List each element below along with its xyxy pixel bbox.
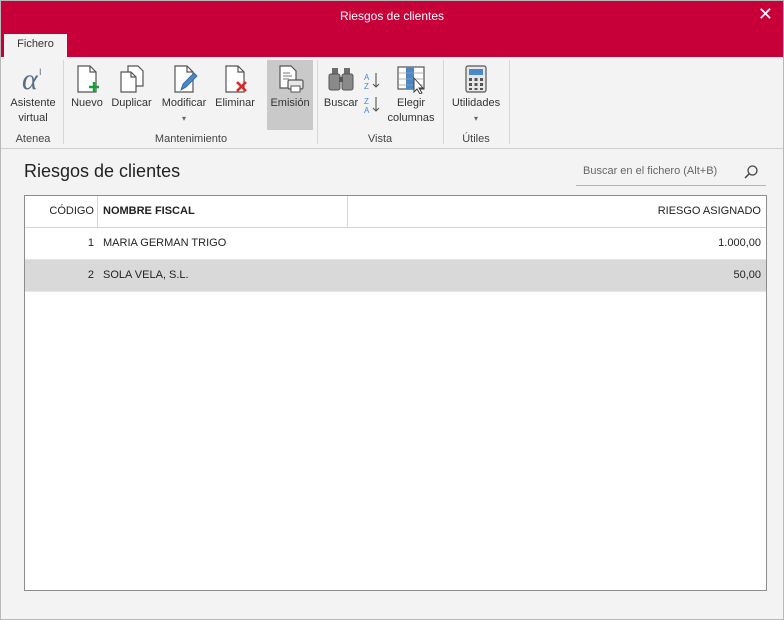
nuevo-label: Nuevo	[71, 97, 103, 109]
cell-nombre-fiscal: MARIA GERMAN TRIGO	[103, 237, 227, 249]
tab-fichero[interactable]: Fichero	[4, 34, 67, 57]
asistente-label-2: virtual	[18, 112, 48, 124]
delete-document-icon	[225, 65, 247, 93]
elegir-columnas-button[interactable]: Elegir columnas	[384, 60, 438, 130]
new-document-icon	[77, 65, 99, 93]
utilidades-label: Utilidades	[451, 97, 501, 109]
grid-header: CÓDIGO NOMBRE FISCAL RIESGO ASIGNADO	[25, 196, 766, 228]
buscar-label: Buscar	[323, 97, 359, 109]
svg-text:A: A	[364, 106, 370, 115]
table-row[interactable]: 2 SOLA VELA, S.L. 50,00	[25, 260, 766, 292]
cell-codigo: 1	[87, 237, 94, 249]
column-header-riesgo-asignado[interactable]: RIESGO ASIGNADO	[355, 196, 761, 227]
columns-icon	[397, 66, 425, 94]
alpha-icon: α I	[22, 64, 42, 94]
modificar-button[interactable]: Modificar ▾	[158, 60, 210, 130]
close-icon[interactable]: ✕	[758, 5, 773, 23]
calculator-icon	[465, 65, 487, 93]
column-divider[interactable]	[347, 196, 348, 227]
asistente-virtual-button[interactable]: α I Asistente virtual	[7, 60, 59, 130]
duplicar-button[interactable]: Duplicar	[108, 60, 155, 130]
cell-riesgo-asignado: 1.000,00	[718, 237, 761, 249]
buscar-button[interactable]: Buscar	[322, 60, 360, 130]
column-divider[interactable]	[97, 196, 98, 227]
nuevo-button[interactable]: Nuevo	[69, 60, 105, 130]
svg-text:α: α	[22, 64, 39, 94]
elegir-label-1: Elegir	[396, 97, 426, 109]
group-label-vista: Vista	[367, 133, 393, 145]
cell-codigo: 2	[87, 269, 94, 281]
eliminar-label: Eliminar	[215, 97, 255, 109]
group-separator	[509, 60, 510, 144]
elegir-label-2: columnas	[387, 112, 435, 124]
svg-text:Z: Z	[364, 82, 369, 91]
main-content: Riesgos de clientes Buscar en el fichero…	[1, 149, 783, 619]
window-title: Riesgos de clientes	[339, 9, 445, 23]
group-separator	[63, 60, 64, 144]
table-row[interactable]: 1 MARIA GERMAN TRIGO 1.000,00	[25, 228, 766, 260]
column-header-nombre-fiscal[interactable]: NOMBRE FISCAL	[103, 196, 343, 227]
emision-label: Emisión	[270, 97, 310, 109]
group-separator	[443, 60, 444, 144]
search-icon[interactable]	[743, 164, 759, 180]
title-bar: Riesgos de clientes ✕	[1, 1, 783, 32]
sort-az-icon[interactable]: A Z Z A	[362, 71, 382, 117]
search-input[interactable]: Buscar en el fichero (Alt+B)	[576, 161, 766, 186]
edit-document-icon	[174, 65, 198, 93]
group-label-atenea: Atenea	[15, 133, 51, 145]
group-separator	[317, 60, 318, 144]
svg-text:I: I	[39, 67, 42, 77]
column-header-codigo[interactable]: CÓDIGO	[25, 196, 94, 227]
chevron-down-icon: ▾	[473, 114, 478, 123]
asistente-label-1: Asistente	[10, 97, 56, 109]
emision-button[interactable]: Emisión	[267, 60, 313, 130]
chevron-down-icon: ▾	[181, 114, 186, 123]
binoculars-icon	[328, 68, 354, 91]
group-label-mantenimiento: Mantenimiento	[154, 133, 228, 145]
print-icon	[279, 65, 304, 93]
app-window: Riesgos de clientes ✕ Fichero α I Asiste…	[0, 0, 784, 620]
duplicar-label: Duplicar	[111, 97, 152, 109]
group-label-utiles: Útiles	[462, 133, 490, 145]
eliminar-button[interactable]: Eliminar	[213, 60, 257, 130]
data-grid: CÓDIGO NOMBRE FISCAL RIESGO ASIGNADO 1 M…	[24, 195, 767, 591]
search-placeholder: Buscar en el fichero (Alt+B)	[583, 165, 718, 177]
ribbon-tab-strip: Fichero	[1, 32, 783, 57]
svg-text:Z: Z	[364, 97, 369, 106]
utilidades-button[interactable]: Utilidades ▾	[447, 60, 505, 130]
cell-nombre-fiscal: SOLA VELA, S.L.	[103, 269, 189, 281]
cell-riesgo-asignado: 50,00	[733, 269, 761, 281]
svg-text:A: A	[364, 73, 370, 82]
modificar-label: Modificar	[161, 97, 207, 109]
page-title: Riesgos de clientes	[24, 161, 181, 181]
ribbon: α I Asistente virtual Atenea Nuevo Dupli…	[1, 57, 783, 149]
duplicate-icon	[119, 65, 144, 93]
